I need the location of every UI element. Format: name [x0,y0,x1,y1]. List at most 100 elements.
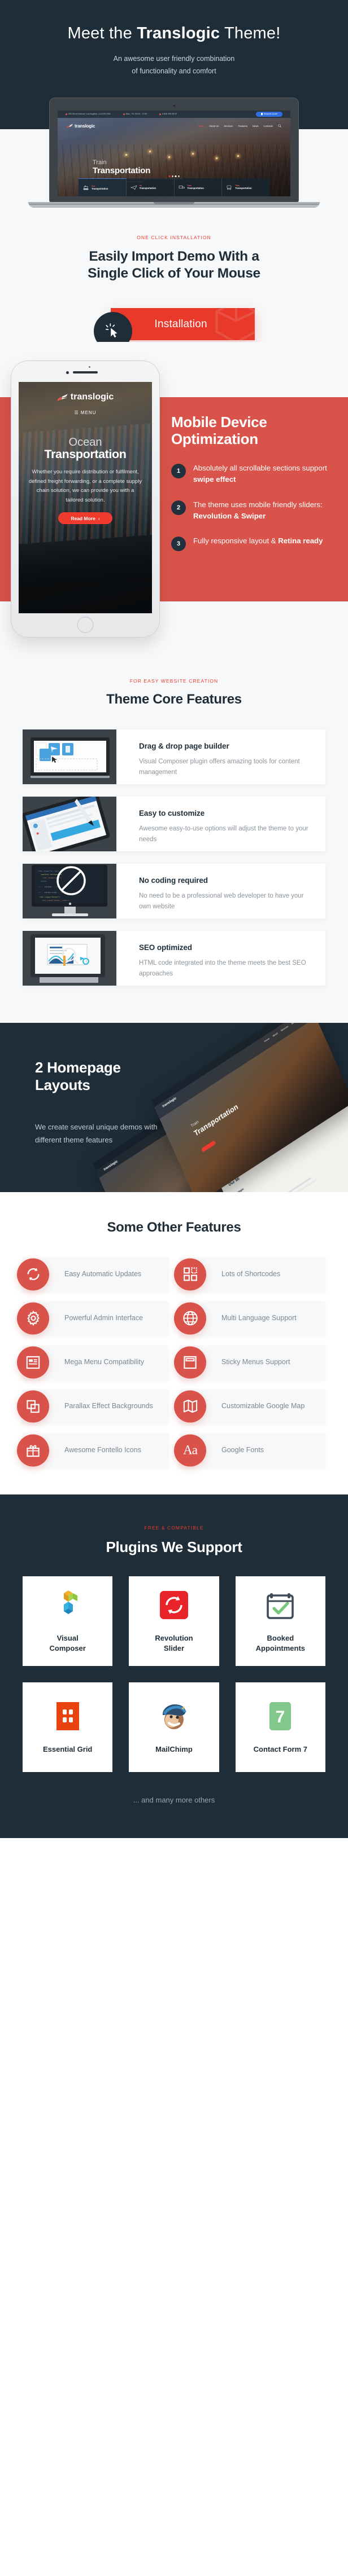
feature-card-label: Lots of Shortcodes [221,1270,281,1278]
preview-card-cars[interactable]: Cars Transportation [175,178,223,196]
phone-preview-paragraph: Whether you require distribution or fulf… [28,468,142,503]
essential-grid-logo [55,1700,80,1732]
plugin-card-revolution-slider[interactable]: Revolution Slider [129,1576,219,1667]
list-item-number: 2 [171,500,186,515]
preview-slider-dots[interactable] [168,175,180,177]
installation-button[interactable]: Installation [110,308,255,341]
phone-preview-menu-button[interactable]: ☰ MENU [19,410,152,415]
preview-menu-item-about[interactable]: About Us [209,125,219,128]
feature-card-mega-menu-compatibility[interactable]: Mega Menu Compatibility [17,1345,168,1379]
feature-text: HTML code integrated into the theme meet… [139,960,306,978]
theme-presentation-page: Meet the Translogic Theme! An awesome us… [0,0,348,1872]
feature-card-multi-language-support[interactable]: Multi Language Support [174,1301,325,1335]
feature-image-seo [23,931,116,986]
plugins-heading: Plugins We Support [106,1538,242,1555]
feature-text: Awesome easy-to-use options will adjust … [139,825,308,843]
plugin-card-mailchimp[interactable]: MailChimp [129,1682,219,1773]
plugin-card-visual-composer[interactable]: Visual Composer [23,1576,113,1667]
contact-form-7-logo: 7 [266,1700,294,1732]
feature-card-powerful-admin-interface[interactable]: Powerful Admin Interface [17,1301,168,1335]
plugin-card-label: Revolution Slider [155,1634,193,1652]
feature-image-customize [23,797,116,852]
homepage-heading-line2: Layouts [35,1076,90,1094]
list-item: <div class="vc_row"> <section id="header… [23,864,325,919]
layers-icon [17,1390,49,1423]
feature-card-google-fonts[interactable]: Aa Google Fonts [174,1433,325,1467]
feature-card-customizable-google-map[interactable]: Customizable Google Map [174,1389,325,1423]
plugin-card-booked-appointments[interactable]: Booked Appointments [235,1576,325,1667]
map-icon [174,1390,206,1423]
shortcodes-grid-icon [174,1258,206,1291]
preview-card-train[interactable]: Train Transportation [222,178,269,196]
plugin-card-essential-grid[interactable]: Essential Grid [23,1682,113,1773]
feature-card-lots-of-shortcodes[interactable]: Lots of Shortcodes [174,1257,325,1291]
preview-menu-item-features[interactable]: Features [238,125,247,128]
preview-logo[interactable]: translogic [67,124,95,129]
preview-menu-item-home[interactable]: Home [198,125,204,128]
globe-icon [174,1302,206,1335]
phone-speaker-icon [73,371,98,374]
click-cursor-icon [105,323,117,338]
list-item-text: Fully responsive layout & Retina ready [193,537,323,546]
other-features-section: Some Other Features Easy Automatic Updat… [0,1192,348,1494]
preview-card-sea[interactable]: Sea Transportation [79,178,127,196]
preview-card-air[interactable]: Air Transportation [127,178,175,196]
feature-card-label: Parallax Effect Backgrounds [64,1402,153,1410]
preview-nav: translogic Home About Us Services Featur… [58,118,290,129]
train-icon [227,185,232,190]
plugins-eyebrow: FREE & COMPATIBLE [144,1524,204,1531]
laptop-base [28,201,320,208]
preview-slide-small: Train [93,159,107,166]
install-eyebrow: ONE CLICK INSTALLATION [137,234,211,240]
homepage-copy: 2 Homepage Layouts We create several uni… [35,1059,176,1147]
hero-subtitle-line1: An awesome user friendly combination [113,54,235,63]
phone-preview-slide-big: Transportation [44,447,127,461]
search-icon[interactable] [278,124,281,128]
hero-title-post: Theme! [220,24,281,42]
plugin-card-label: MailChimp [155,1744,193,1753]
feature-body: Drag & drop page builder Visual Composer… [116,729,325,784]
translogic-logo-mark-icon [56,394,68,401]
feature-title: No coding required [139,876,208,885]
other-features-grid: Easy Automatic Updates Lots of Shortcode… [0,1257,348,1467]
homepage-heading-line1: 2 Homepage [35,1059,121,1076]
install-heading-line1: Easily Import Demo With a [89,248,259,264]
screenshot-slide-big: Transportation [193,1102,240,1138]
tablet-stylus-screenshot [23,797,116,852]
phone-preview-slide-small: Ocean [68,436,102,449]
mobile-optimization-section: translogic ☰ MENU Ocean Transportation W… [0,342,348,658]
feature-card-label: Mega Menu Compatibility [64,1358,145,1366]
revolution-slider-logo [159,1589,189,1621]
preview-request-quote-button[interactable]: Request Quote [255,111,282,117]
preview-menu-item-contacts[interactable]: Contacts [263,125,273,128]
webcam-icon [173,104,175,107]
core-feature-list: Drag & drop page builder Visual Composer… [0,729,348,986]
preview-menu-item-services[interactable]: Services [224,125,233,128]
preview-menu-item-news[interactable]: News [253,125,258,128]
typography-aa-icon: Aa [174,1434,206,1467]
feature-card-parallax-effect-backgrounds[interactable]: Parallax Effect Backgrounds [17,1389,168,1423]
svg-text:<div class="footer__inner">: <div class="footer__inner"> [42,899,69,902]
list-item: 2 The theme uses mobile friendly sliders… [171,499,335,522]
feature-title: SEO optimized [139,943,192,952]
feature-card-sticky-menus-support[interactable]: Sticky Menus Support [174,1345,325,1379]
phone-icon [159,113,162,115]
feature-card-easy-automatic-updates[interactable]: Easy Automatic Updates [17,1257,168,1291]
plugin-card-contact-form-7[interactable]: 7 Contact Form 7 [235,1682,325,1773]
screenshot-brand: translogic [232,1188,245,1193]
list-item-number: 3 [171,537,186,552]
feature-card-label: Customizable Google Map [221,1402,305,1410]
location-pin-icon [66,113,67,115]
phone-preview-read-more-button[interactable]: Read More › [58,512,112,525]
preview-topbar: 205 Street Avenue, Los Angeles, LA 2475 … [58,110,290,118]
laptop-widgets-screenshot [23,729,116,785]
feature-card-awesome-fontello-icons[interactable]: Awesome Fontello Icons [17,1433,168,1467]
feature-card-label: Easy Automatic Updates [64,1270,142,1278]
list-item: Easy to customize Awesome easy-to-use op… [23,797,325,852]
imac-code-screenshot: <div class="vc_row"> <section id="header… [23,864,116,919]
feature-text: No need to be a professional web develop… [139,893,304,911]
phone-home-button-icon[interactable] [77,617,94,633]
list-item: SEO optimized HTML code integrated into … [23,931,325,986]
plugin-card-label: Booked Appointments [255,1634,306,1652]
list-item-text: Absolutely all scrollable sections suppo… [193,463,327,484]
